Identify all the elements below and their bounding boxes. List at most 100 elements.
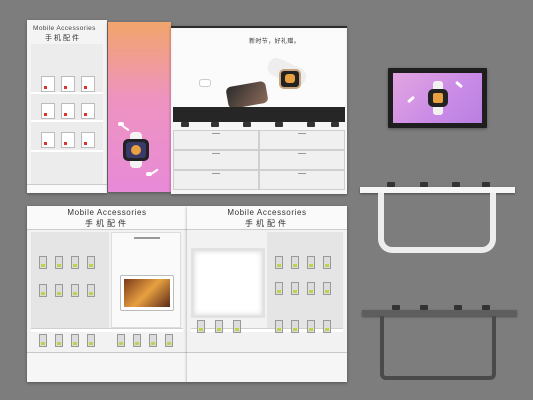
- counter-drawer[interactable]: [259, 170, 345, 190]
- phone-stand: [307, 122, 315, 127]
- tall-cabinet-base: [27, 184, 107, 193]
- product-hook: [323, 256, 331, 269]
- pegboard: [267, 232, 343, 328]
- product-box: [41, 76, 55, 92]
- panel-base: [187, 352, 347, 382]
- wall-panel-right: Mobile Accessories 手机配件: [187, 206, 347, 382]
- product-hook: [55, 334, 63, 347]
- shelf-divider: [31, 150, 103, 152]
- product-box: [41, 103, 55, 119]
- product-hook: [275, 256, 283, 269]
- tall-cabinet-title-cn: 手机配件: [45, 35, 81, 42]
- product-hook: [39, 334, 47, 347]
- product-box: [61, 76, 75, 92]
- phone-stand: [420, 182, 428, 187]
- smartwatch-icon: [123, 132, 149, 168]
- product-hook: [117, 334, 125, 347]
- product-hook: [307, 256, 315, 269]
- product-box: [41, 132, 55, 148]
- smartwatch-icon: [427, 81, 449, 115]
- product-hook: [323, 282, 331, 295]
- counter-banner: 新时节，好礼赠。: [173, 29, 345, 122]
- phone-stand: [482, 305, 490, 310]
- wall-display-screen: [388, 68, 487, 128]
- product-hook: [71, 334, 79, 347]
- center-poster: [111, 232, 181, 328]
- product-box: [61, 103, 75, 119]
- product-box: [81, 103, 95, 119]
- product-box: [81, 76, 95, 92]
- product-hook: [215, 320, 223, 333]
- product-hook: [275, 282, 283, 295]
- product-hook: [275, 320, 283, 333]
- wall-shelf-upper: [360, 182, 515, 257]
- earbuds-icon: [454, 80, 464, 89]
- product-hook: [71, 256, 79, 269]
- pegboard: [31, 232, 109, 328]
- product-box: [81, 132, 95, 148]
- product-hook: [87, 334, 95, 347]
- shelf-divider: [31, 92, 103, 94]
- phone-stand: [452, 182, 460, 187]
- banner-bottom-band: [173, 107, 345, 122]
- wall-panel-left: Mobile Accessories 手机配件: [27, 206, 187, 382]
- counter-drawer[interactable]: [173, 170, 259, 190]
- product-hook: [197, 320, 205, 333]
- product-hook: [307, 320, 315, 333]
- tall-cabinet-title-en: Mobile Accessories: [33, 25, 96, 32]
- product-hook: [291, 282, 299, 295]
- panel-divider: [31, 328, 183, 332]
- phone-stand: [387, 182, 395, 187]
- wall-panel-title-cn: 手机配件: [245, 219, 289, 228]
- phone-stand: [181, 122, 189, 127]
- phone-stand: [275, 122, 283, 127]
- tablet-image: [120, 275, 174, 311]
- wall-shelf-lower: [362, 305, 517, 382]
- phone-stand: [243, 122, 251, 127]
- display-counter: 新时节，好礼赠。: [171, 26, 347, 194]
- counter-drawer[interactable]: [173, 130, 259, 150]
- wall-panel-header: Mobile Accessories 手机配件: [187, 206, 347, 230]
- product-hook: [71, 284, 79, 297]
- open-cubby: [191, 248, 265, 318]
- product-hook: [149, 334, 157, 347]
- phone-stand: [482, 182, 490, 187]
- product-hook: [87, 284, 95, 297]
- product-hook: [165, 334, 173, 347]
- smartwatch-icon: [259, 55, 313, 105]
- gradient-banner-pillar: [108, 22, 171, 192]
- phone-stand: [420, 305, 428, 310]
- poster-text-line: [134, 237, 160, 239]
- tall-cabinet: Mobile Accessories 手机配件: [27, 20, 107, 193]
- product-hook: [291, 320, 299, 333]
- product-hook: [55, 284, 63, 297]
- shelf-bracket: [380, 316, 496, 380]
- phone-stand: [211, 122, 219, 127]
- wall-panel-title-en: Mobile Accessories: [67, 208, 147, 217]
- product-hook: [39, 284, 47, 297]
- product-hook: [87, 256, 95, 269]
- product-hook: [323, 320, 331, 333]
- counter-drawer[interactable]: [259, 130, 345, 150]
- panel-base: [27, 352, 187, 382]
- phone-stand: [392, 305, 400, 310]
- product-hook: [291, 256, 299, 269]
- counter-drawer[interactable]: [259, 150, 345, 170]
- product-hook: [233, 320, 241, 333]
- wall-panel-header: Mobile Accessories 手机配件: [27, 206, 187, 230]
- panel-divider: [191, 328, 343, 332]
- earbuds-icon: [146, 168, 159, 176]
- product-hook: [307, 282, 315, 295]
- wall-panel-title-cn: 手机配件: [85, 219, 129, 228]
- product-hook: [39, 256, 47, 269]
- shelf-divider: [31, 120, 103, 122]
- earbuds-icon: [406, 95, 416, 104]
- product-box: [61, 132, 75, 148]
- earbuds-icon: [199, 79, 211, 87]
- product-hook: [133, 334, 141, 347]
- shelf-bracket: [378, 193, 496, 253]
- phone-stand: [331, 122, 339, 127]
- wall-panel-title-en: Mobile Accessories: [227, 208, 307, 217]
- product-hook: [55, 256, 63, 269]
- counter-drawer[interactable]: [173, 150, 259, 170]
